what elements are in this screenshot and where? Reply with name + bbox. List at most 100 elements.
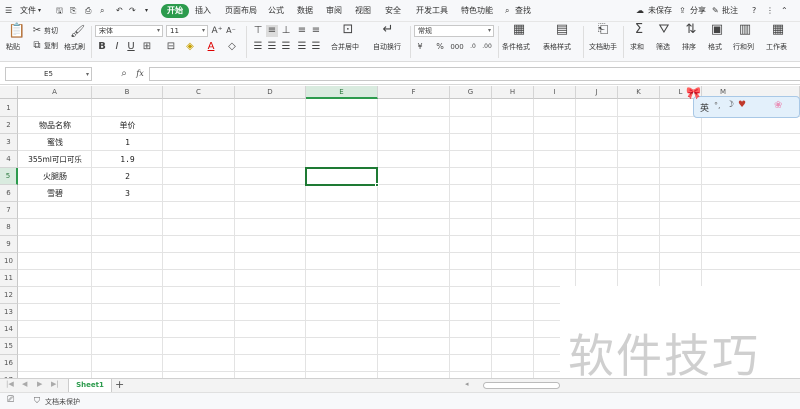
distributed-icon[interactable]: ☰ (310, 41, 322, 53)
tab-insert[interactable]: 插入 (195, 4, 211, 18)
row-header-7[interactable]: 7 (0, 202, 18, 219)
column-header-h[interactable]: H (492, 86, 534, 99)
align-right-text-icon[interactable]: ☰ (280, 41, 292, 53)
fill-handle[interactable] (375, 183, 379, 187)
zoom-icon[interactable]: ⌕ (118, 68, 130, 80)
decrease-font-icon[interactable]: A⁻ (225, 25, 237, 37)
font-size-select[interactable]: 11 ▾ (166, 25, 208, 37)
column-header-d[interactable]: D (235, 86, 306, 99)
row-header-1[interactable]: 1 (0, 99, 18, 117)
column-header-i[interactable]: I (534, 86, 576, 99)
save-icon[interactable]: 🖫 (56, 4, 63, 18)
ime-punct-icon[interactable]: °, (714, 101, 721, 110)
formula-input[interactable] (149, 67, 800, 81)
align-center-text-icon[interactable]: ☰ (266, 41, 278, 53)
quick-access-chevron-icon[interactable]: ▾ (145, 4, 148, 18)
cell-a6[interactable]: 雪碧 (18, 185, 92, 202)
search-label[interactable]: 查找 (515, 4, 531, 18)
share-label[interactable]: 分享 (690, 4, 706, 18)
table-style-icon[interactable]: ▤ (555, 23, 569, 36)
doc-assistant-icon[interactable]: ⎗ (596, 23, 610, 36)
worksheet-icon[interactable]: ▦ (771, 23, 785, 36)
name-box[interactable]: E5 ▾ (5, 67, 92, 81)
more-icon[interactable]: ⋮ (766, 4, 774, 18)
thousands-icon[interactable]: 000 (450, 41, 464, 53)
cell-b6[interactable]: 3 (92, 185, 163, 202)
tab-view[interactable]: 视图 (355, 4, 371, 18)
column-header-b[interactable]: B (92, 86, 163, 99)
copy-icon[interactable]: ⧉ (32, 40, 42, 52)
row-header-8[interactable]: 8 (0, 219, 18, 236)
menu-file[interactable]: 文件 (20, 4, 36, 18)
row-header-12[interactable]: 12 (0, 287, 18, 304)
tab-page-layout[interactable]: 页面布局 (225, 4, 257, 18)
print-icon[interactable]: ⎙ (85, 4, 91, 18)
format-painter-icon[interactable]: 🖌 (70, 25, 85, 37)
table-style-button[interactable]: 表格样式 (543, 42, 571, 52)
ime-toolbar[interactable]: 英 °, ☽ ♥ ❀ (693, 96, 800, 118)
filter-button[interactable]: 筛选 (656, 42, 670, 52)
paste-button[interactable]: 粘贴 (6, 42, 20, 52)
sort-button[interactable]: 排序 (682, 42, 696, 52)
column-header-a[interactable]: A (18, 86, 92, 99)
sum-icon[interactable]: Σ (632, 23, 646, 36)
decrease-decimal-icon[interactable]: .00 (481, 41, 493, 53)
row-header-13[interactable]: 13 (0, 304, 18, 321)
filter-icon[interactable]: ⛛ (657, 23, 671, 36)
hamburger-menu-icon[interactable]: ☰ (5, 4, 12, 18)
merge-icon[interactable]: ⊟ (165, 41, 177, 53)
comment-label[interactable]: 批注 (722, 4, 738, 18)
cell-b2[interactable]: 单价 (92, 117, 163, 134)
row-header-6[interactable]: 6 (0, 185, 18, 202)
format-button[interactable]: 格式 (708, 42, 722, 52)
cell-a4[interactable]: 355ml可口可乐 (18, 151, 92, 168)
first-sheet-icon[interactable]: |◀ (6, 380, 14, 388)
align-left-text-icon[interactable]: ☰ (252, 41, 264, 53)
cell-b5[interactable]: 2 (92, 168, 163, 185)
selected-cell-e5[interactable] (305, 167, 378, 186)
row-header-10[interactable]: 10 (0, 253, 18, 270)
sort-icon[interactable]: ⇅ (684, 23, 698, 36)
row-header-14[interactable]: 14 (0, 321, 18, 338)
redo-icon[interactable]: ↷ (129, 4, 136, 18)
merge-center-button[interactable]: 合并居中 (331, 42, 359, 52)
row-header-9[interactable]: 9 (0, 236, 18, 253)
italic-icon[interactable]: I (112, 41, 122, 53)
row-header-2[interactable]: 2 (0, 117, 18, 134)
align-bottom-icon[interactable]: ⊥ (280, 25, 292, 37)
fx-icon[interactable]: fx (134, 68, 146, 80)
comment-icon[interactable]: ✎ (712, 4, 719, 18)
cell-b4[interactable]: 1.9 (92, 151, 163, 168)
row-header-16[interactable]: 16 (0, 355, 18, 372)
sum-button[interactable]: 求和 (630, 42, 644, 52)
column-header-j[interactable]: J (576, 86, 618, 99)
tab-security[interactable]: 安全 (385, 4, 401, 18)
help-icon[interactable]: ? (752, 4, 756, 18)
cell-a3[interactable]: 蜜饯 (18, 134, 92, 151)
column-header-k[interactable]: K (618, 86, 660, 99)
border-icon[interactable]: ⊞ (141, 41, 153, 53)
wrap-text-button[interactable]: 自动换行 (373, 42, 401, 52)
tab-review[interactable]: 审阅 (326, 4, 342, 18)
tab-home[interactable]: 开始 (161, 4, 189, 18)
chevron-down-icon[interactable]: ▾ (38, 4, 41, 18)
ime-skin-icon[interactable]: ♥ (738, 100, 746, 110)
merge-center-icon[interactable]: ⊡ (341, 23, 355, 36)
prev-sheet-icon[interactable]: ◀ (22, 380, 27, 388)
tab-special[interactable]: 特色功能 (461, 4, 493, 18)
format-painter-button[interactable]: 格式刷 (64, 42, 85, 52)
doc-protect-status[interactable]: 文档未保护 (45, 397, 80, 407)
add-sheet-button[interactable]: + (115, 378, 124, 391)
search-icon[interactable]: ⌕ (505, 4, 509, 18)
copy-button[interactable]: 复制 (44, 41, 58, 51)
share-icon[interactable]: ⇪ (679, 4, 686, 18)
tab-formulas[interactable]: 公式 (268, 4, 284, 18)
doc-assistant-button[interactable]: 文档助手 (589, 42, 617, 52)
sheet-tab-sheet1[interactable]: Sheet1 (68, 379, 112, 392)
cell-a2[interactable]: 物品名称 (18, 117, 92, 134)
horizontal-scrollbar[interactable] (483, 382, 560, 389)
column-header-e[interactable]: E (306, 86, 378, 99)
select-all-corner[interactable] (0, 86, 18, 99)
row-header-4[interactable]: 4 (0, 151, 18, 168)
cut-button[interactable]: 剪切 (44, 26, 58, 36)
